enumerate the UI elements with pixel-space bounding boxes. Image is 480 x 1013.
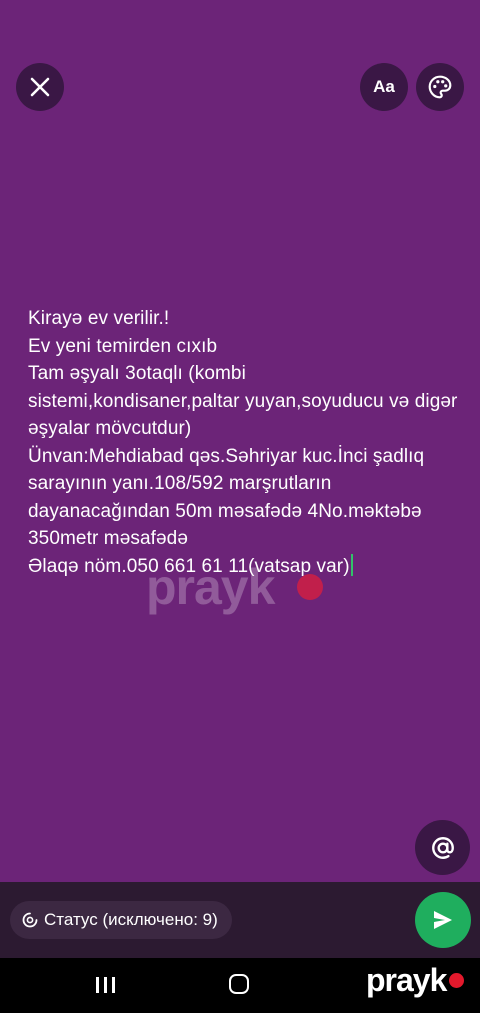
status-icon <box>22 912 38 928</box>
at-icon <box>431 836 454 859</box>
close-button[interactable] <box>16 63 64 111</box>
mention-button[interactable] <box>415 820 470 875</box>
text-cursor <box>350 553 353 576</box>
home-icon[interactable] <box>229 974 249 994</box>
font-style-label: Aa <box>373 77 395 96</box>
watermark-dot <box>297 574 323 600</box>
brand-logo: prayk <box>366 962 447 998</box>
color-palette-button[interactable] <box>416 63 464 111</box>
palette-icon <box>428 75 452 99</box>
status-text-editor[interactable]: Kirayə ev verilir.! Ev yeni temirden cıx… <box>28 305 458 580</box>
brand-logo-dot <box>449 973 464 988</box>
status-privacy-chip[interactable]: Статус (исключено: 9) <box>10 901 232 939</box>
close-icon <box>30 77 50 97</box>
recents-icon[interactable] <box>96 977 115 993</box>
send-button[interactable] <box>415 892 471 948</box>
font-style-button[interactable]: Aa <box>360 63 408 111</box>
watermark-logo: prayk <box>146 559 275 615</box>
status-text-content: Kirayə ev verilir.! Ev yeni temirden cıx… <box>28 308 458 577</box>
send-icon <box>434 911 452 929</box>
status-privacy-label: Статус (исключено: 9) <box>44 910 218 929</box>
